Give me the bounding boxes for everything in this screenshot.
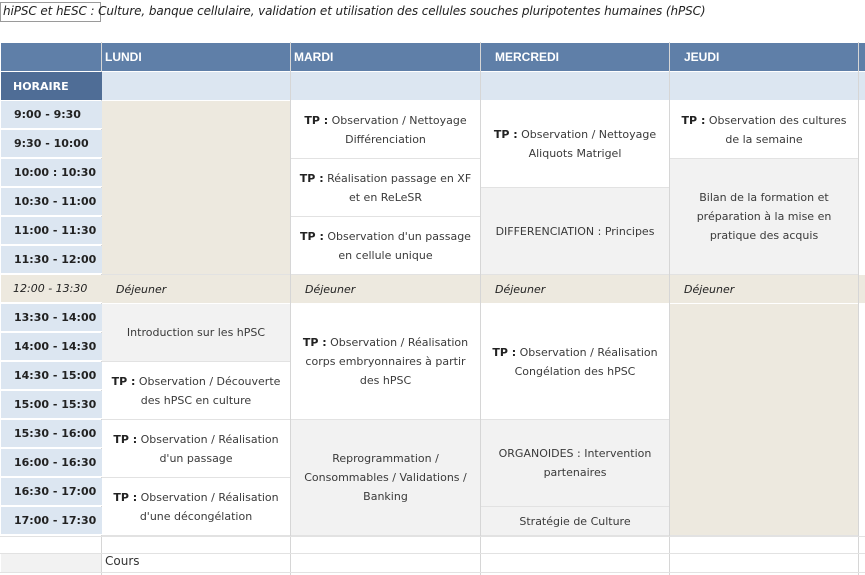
cell-mercredi-differenciation[interactable]: DIFFERENCIATION : Principes [481,188,669,275]
lundi-morning-empty[interactable] [102,101,290,275]
legend-label[interactable]: Cours [105,554,140,568]
time-slot[interactable]: 9:30 - 10:00 [1,130,102,158]
lunch-mercredi[interactable]: Déjeuner [481,275,669,303]
page-title[interactable]: hiPSC et hESC : Culture, banque cellulai… [3,4,706,22]
cell-mardi-observation-nettoyage[interactable]: TP : Observation / Nettoyage Différencia… [291,101,480,159]
subheader-mercredi [481,72,669,100]
time-slot[interactable]: 17:00 - 17:30 [1,507,102,535]
time-slot[interactable]: 13:30 - 14:00 [1,304,102,332]
time-slot[interactable]: 14:00 - 14:30 [1,333,102,361]
cell-mercredi-congelation[interactable]: TP : Observation / Réalisation Congélati… [481,304,669,420]
cell-lundi-decouverte[interactable]: TP : Observation / Découverte des hPSC e… [102,362,290,420]
time-slot[interactable]: 11:00 - 11:30 [1,217,102,245]
time-slot[interactable]: 9:00 - 9:30 [1,101,102,129]
legend-swatch [1,554,101,572]
cell-lundi-decongelation[interactable]: TP : Observation / Réalisation d'une déc… [102,478,290,536]
time-slot[interactable]: 10:00 : 10:30 [1,159,102,187]
cell-jeudi-bilan[interactable]: Bilan de la formation et préparation à l… [670,159,858,275]
cell-lundi-introduction[interactable]: Introduction sur les hPSC [102,304,290,362]
time-slot[interactable]: 15:00 - 15:30 [1,391,102,419]
lunch-mardi[interactable]: Déjeuner [291,275,480,303]
time-slot[interactable]: 14:30 - 15:00 [1,362,102,390]
cell-mardi-reprogrammation[interactable]: Reprogrammation / Consommables / Validat… [291,420,480,536]
time-slot[interactable]: 10:30 - 11:00 [1,188,102,216]
time-slot[interactable]: 16:00 - 16:30 [1,449,102,477]
time-slot-lunch[interactable]: 12:00 - 13:30 [1,275,102,303]
time-slot[interactable]: 15:30 - 16:00 [1,420,102,448]
day-header-mardi[interactable]: MARDI [291,43,480,71]
subheader-mardi [291,72,480,100]
cell-jeudi-observation-cultures[interactable]: TP : Observation des cultures de la sema… [670,101,858,159]
subheader-jeudi [670,72,858,100]
cell-mercredi-organoides[interactable]: ORGANOIDES : Intervention partenaires [481,420,669,507]
lunch-edge [859,275,865,303]
time-slot[interactable]: 16:30 - 17:00 [1,478,102,506]
cell-mardi-passage-xf[interactable]: TP : Réalisation passage en XF et en ReL… [291,159,480,217]
lunch-jeudi[interactable]: Déjeuner [670,275,858,303]
cell-mardi-passage-unique[interactable]: TP : Observation d'un passage en cellule… [291,217,480,275]
cell-mercredi-strategie[interactable]: Stratégie de Culture [481,507,669,536]
cell-mardi-corps-embryonnaires[interactable]: TP : Observation / Réalisation corps emb… [291,304,480,420]
subheader-lundi [102,72,290,100]
day-header-mercredi[interactable]: MERCREDI [481,43,669,71]
cell-lundi-passage[interactable]: TP : Observation / Réalisation d'un pass… [102,420,290,478]
day-header-lundi[interactable]: LUNDI [102,43,290,71]
lunch-lundi[interactable]: Déjeuner [102,275,290,303]
cell-mercredi-nettoyage-matrigel[interactable]: TP : Observation / Nettoyage Aliquots Ma… [481,101,669,188]
header-blank [1,43,101,71]
subheader-edge [859,72,865,100]
jeudi-afternoon-empty[interactable] [670,304,858,536]
horaire-header[interactable]: HORAIRE [1,72,102,100]
day-header-jeudi[interactable]: JEUDI [670,43,858,71]
header-edge [859,43,865,71]
time-slot[interactable]: 11:30 - 12:00 [1,246,102,274]
